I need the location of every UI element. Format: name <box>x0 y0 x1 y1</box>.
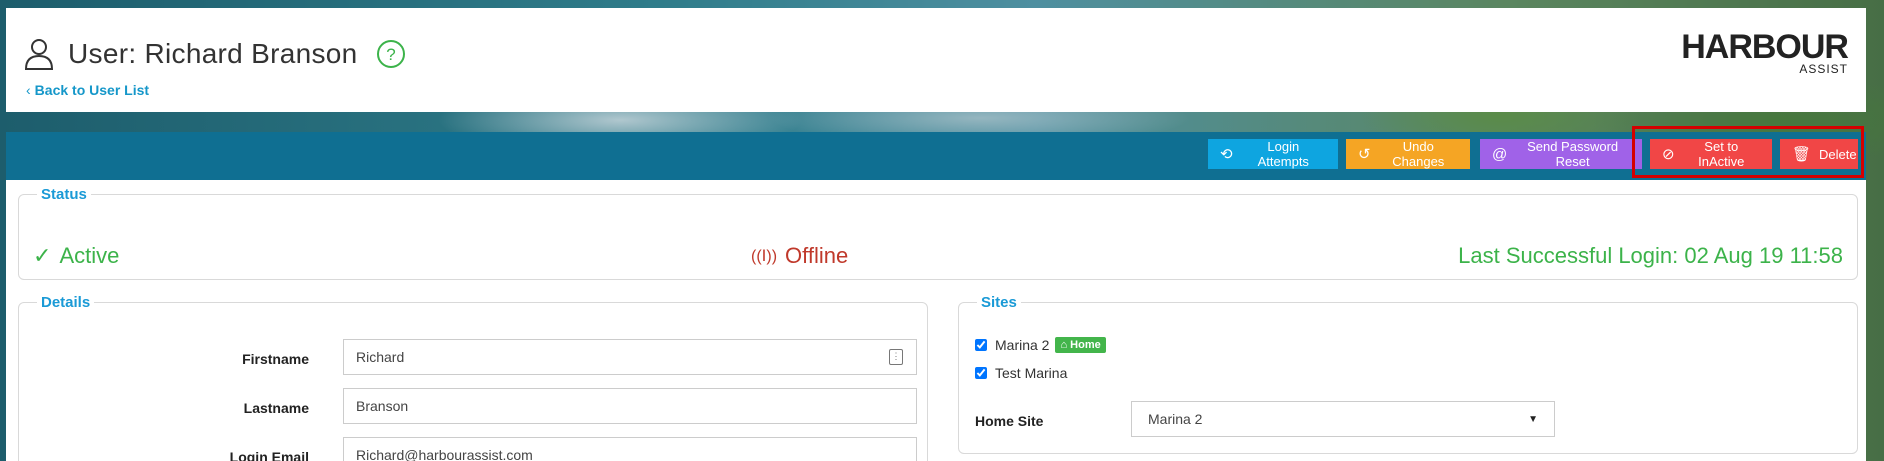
email-input[interactable] <box>343 437 917 461</box>
back-link-label: Back to User List <box>34 82 150 98</box>
action-toolbar: ⟲ Login Attempts ↺ Undo Changes @ Send P… <box>6 132 1866 180</box>
status-legend: Status <box>41 186 87 203</box>
undo-changes-button[interactable]: ↺ Undo Changes <box>1346 139 1470 169</box>
delete-label: Delete <box>1819 146 1857 162</box>
page-header: User: Richard Branson ? ‹ Back to User L… <box>6 8 1866 112</box>
at-icon: @ <box>1492 145 1508 163</box>
undo-icon: ↺ <box>1358 146 1371 163</box>
main-content: Status ✓ Active ((Ⅰ)) Offline Last Succe… <box>6 180 1866 461</box>
set-inactive-button[interactable]: ⊘ Set to InActive <box>1650 139 1772 169</box>
status-panel: Status ✓ Active ((Ⅰ)) Offline Last Succe… <box>18 186 1858 280</box>
site-item-marina-2[interactable]: Marina 2 ⌂ Home <box>975 337 1106 353</box>
home-badge-label: Home <box>1070 339 1101 351</box>
home-site-select[interactable]: Marina 2 ▼ <box>1131 401 1555 437</box>
history-icon: ⟲ <box>1220 146 1233 163</box>
ban-icon: ⊘ <box>1662 146 1675 163</box>
home-site-label: Home Site <box>975 413 1044 429</box>
check-icon: ✓ <box>33 243 52 268</box>
title-row: User: Richard Branson ? <box>24 38 406 70</box>
active-status-label: Active <box>59 243 120 268</box>
site-name: Marina 2 <box>995 337 1050 353</box>
active-status: ✓ Active <box>33 243 119 269</box>
sites-panel: Sites Marina 2 ⌂ Home Test Marina Home S… <box>958 294 1858 454</box>
email-label: Login Email <box>229 449 309 461</box>
page-title: User: Richard Branson <box>68 38 358 69</box>
home-site-value: Marina 2 <box>1148 411 1203 427</box>
details-panel: Details Firstname ⋮ Lastname Login Email <box>18 294 928 461</box>
home-badge: ⌂ Home <box>1055 337 1106 353</box>
site-name: Test Marina <box>995 365 1068 381</box>
details-legend: Details <box>41 294 91 311</box>
svg-text:?: ? <box>386 45 395 64</box>
user-icon <box>24 39 54 70</box>
trash-icon: 🗑 <box>1792 146 1812 163</box>
delete-button[interactable]: 🗑 Delete <box>1780 139 1858 169</box>
site-checkbox-marina-2[interactable] <box>975 339 987 351</box>
lastname-row: Lastname <box>19 388 929 426</box>
email-row: Login Email <box>19 437 929 461</box>
lastname-input[interactable] <box>343 388 917 424</box>
connection-status: ((Ⅰ)) Offline <box>751 243 848 269</box>
site-item-test-marina[interactable]: Test Marina <box>975 365 1067 381</box>
harbour-assist-logo: HARBOUR ASSIST <box>1681 28 1849 76</box>
firstname-label: Firstname <box>242 351 309 367</box>
caret-down-icon: ▼ <box>1528 413 1538 425</box>
login-attempts-label: Login Attempts <box>1257 139 1309 169</box>
logo-main-text: HARBOUR <box>1681 28 1849 66</box>
broadcast-tower-icon: ((Ⅰ)) <box>751 248 778 265</box>
site-checkbox-test-marina[interactable] <box>975 367 987 379</box>
firstname-input[interactable] <box>343 339 917 375</box>
send-password-reset-label: Send Password Reset <box>1527 139 1619 169</box>
help-icon[interactable]: ? <box>376 39 406 69</box>
contact-card-icon: ⋮ <box>889 349 903 365</box>
sites-legend: Sites <box>981 294 1017 311</box>
login-attempts-button[interactable]: ⟲ Login Attempts <box>1208 139 1338 169</box>
last-login: Last Successful Login: 02 Aug 19 11:58 <box>1458 243 1843 268</box>
lastname-label: Lastname <box>243 400 309 416</box>
chevron-left-icon: ‹ <box>26 82 31 98</box>
set-inactive-label: Set to InActive <box>1698 139 1745 169</box>
connection-status-label: Offline <box>785 243 849 268</box>
firstname-row: Firstname ⋮ <box>19 339 929 377</box>
back-to-user-list-link[interactable]: ‹ Back to User List <box>26 82 149 98</box>
send-password-reset-button[interactable]: @ Send Password Reset <box>1480 139 1642 169</box>
undo-changes-label: Undo Changes <box>1392 139 1445 169</box>
